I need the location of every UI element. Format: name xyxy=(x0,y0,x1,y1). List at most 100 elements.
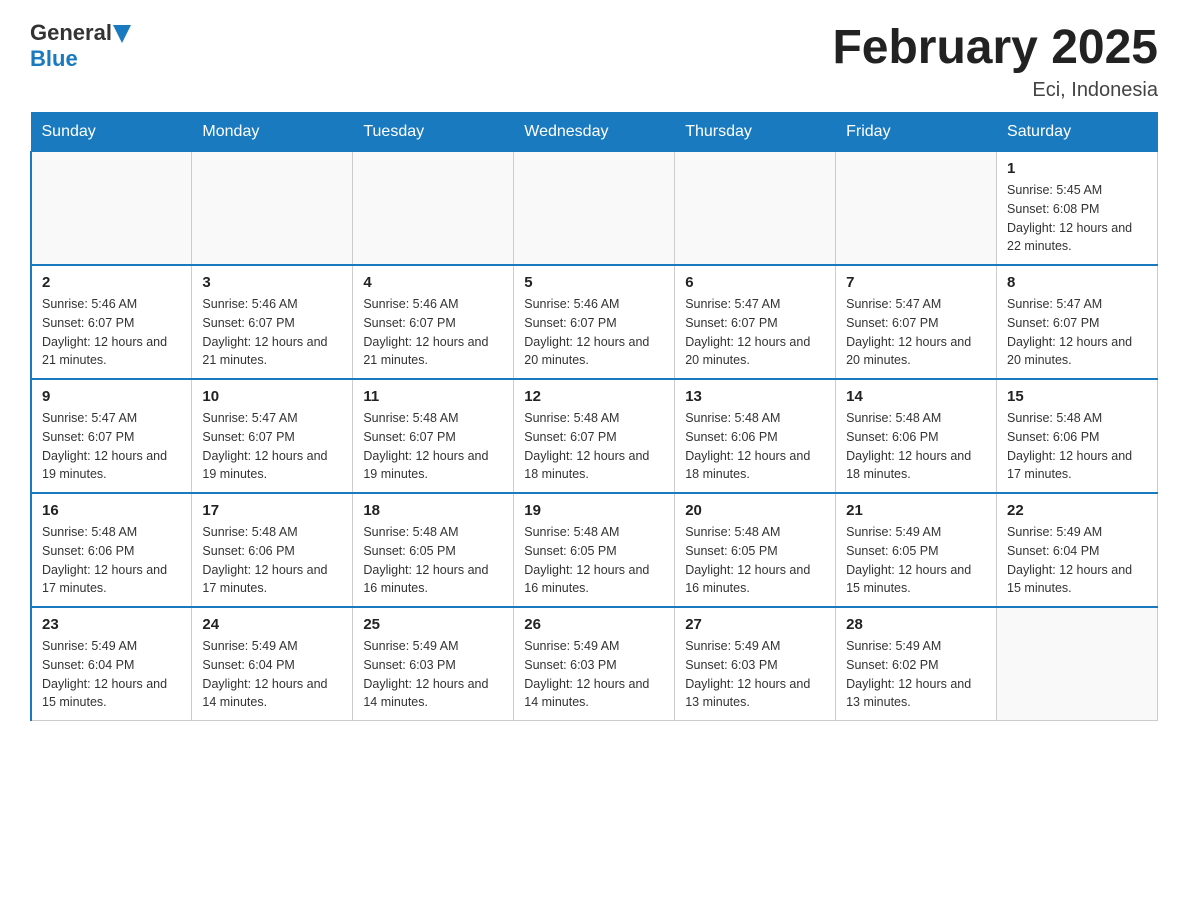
day-number: 11 xyxy=(363,388,503,405)
calendar-cell: 27 Sunrise: 5:49 AM Sunset: 6:03 PM Dayli… xyxy=(675,607,836,721)
day-info: Sunrise: 5:49 AM Sunset: 6:04 PM Dayligh… xyxy=(42,637,181,712)
day-info: Sunrise: 5:48 AM Sunset: 6:06 PM Dayligh… xyxy=(1007,409,1147,484)
day-number: 15 xyxy=(1007,388,1147,405)
day-info: Sunrise: 5:46 AM Sunset: 6:07 PM Dayligh… xyxy=(202,295,342,370)
header-day-wednesday: Wednesday xyxy=(514,113,675,152)
title-block: February 2025 Eci, Indonesia xyxy=(832,20,1158,102)
day-number: 10 xyxy=(202,388,342,405)
day-info: Sunrise: 5:48 AM Sunset: 6:06 PM Dayligh… xyxy=(685,409,825,484)
calendar-table: SundayMondayTuesdayWednesdayThursdayFrid… xyxy=(30,112,1158,721)
calendar-cell xyxy=(514,152,675,266)
day-number: 18 xyxy=(363,502,503,519)
day-number: 21 xyxy=(846,502,986,519)
week-row-4: 16 Sunrise: 5:48 AM Sunset: 6:06 PM Dayli… xyxy=(31,493,1158,607)
calendar-cell: 24Sunrise: 5:49 AM Sunset: 6:04 PM Dayli… xyxy=(192,607,353,721)
day-number: 2 xyxy=(42,274,181,291)
calendar-cell xyxy=(836,152,997,266)
day-info: Sunrise: 5:49 AM Sunset: 6:04 PM Dayligh… xyxy=(1007,523,1147,598)
calendar-cell: 4 Sunrise: 5:46 AM Sunset: 6:07 PM Daylig… xyxy=(353,265,514,379)
calendar-cell: 1Sunrise: 5:45 AM Sunset: 6:08 PM Daylig… xyxy=(997,152,1158,266)
day-info: Sunrise: 5:46 AM Sunset: 6:07 PM Dayligh… xyxy=(42,295,181,370)
day-number: 26 xyxy=(524,616,664,633)
week-row-2: 2 Sunrise: 5:46 AM Sunset: 6:07 PM Daylig… xyxy=(31,265,1158,379)
day-info: Sunrise: 5:48 AM Sunset: 6:06 PM Dayligh… xyxy=(846,409,986,484)
header-day-friday: Friday xyxy=(836,113,997,152)
day-number: 8 xyxy=(1007,274,1147,291)
day-number: 12 xyxy=(524,388,664,405)
calendar-cell xyxy=(31,152,192,266)
day-number: 6 xyxy=(685,274,825,291)
day-info: Sunrise: 5:45 AM Sunset: 6:08 PM Dayligh… xyxy=(1007,181,1147,256)
day-info: Sunrise: 5:46 AM Sunset: 6:07 PM Dayligh… xyxy=(363,295,503,370)
calendar-cell: 16 Sunrise: 5:48 AM Sunset: 6:06 PM Dayli… xyxy=(31,493,192,607)
logo-triangle-icon xyxy=(113,25,131,43)
day-number: 16 xyxy=(42,502,181,519)
calendar-subtitle: Eci, Indonesia xyxy=(832,79,1158,102)
day-info: Sunrise: 5:49 AM Sunset: 6:03 PM Dayligh… xyxy=(685,637,825,712)
day-info: Sunrise: 5:47 AM Sunset: 6:07 PM Dayligh… xyxy=(42,409,181,484)
day-info: Sunrise: 5:46 AM Sunset: 6:07 PM Dayligh… xyxy=(524,295,664,370)
day-info: Sunrise: 5:47 AM Sunset: 6:07 PM Dayligh… xyxy=(202,409,342,484)
calendar-cell: 17Sunrise: 5:48 AM Sunset: 6:06 PM Dayli… xyxy=(192,493,353,607)
calendar-title: February 2025 xyxy=(832,20,1158,75)
day-number: 13 xyxy=(685,388,825,405)
header-day-saturday: Saturday xyxy=(997,113,1158,152)
calendar-cell: 21 Sunrise: 5:49 AM Sunset: 6:05 PM Dayli… xyxy=(836,493,997,607)
day-number: 27 xyxy=(685,616,825,633)
day-number: 4 xyxy=(363,274,503,291)
logo-general-text: General xyxy=(30,20,112,46)
day-number: 22 xyxy=(1007,502,1147,519)
day-info: Sunrise: 5:49 AM Sunset: 6:05 PM Dayligh… xyxy=(846,523,986,598)
calendar-cell: 23 Sunrise: 5:49 AM Sunset: 6:04 PM Dayli… xyxy=(31,607,192,721)
day-number: 28 xyxy=(846,616,986,633)
header-day-sunday: Sunday xyxy=(31,113,192,152)
header-row: SundayMondayTuesdayWednesdayThursdayFrid… xyxy=(31,113,1158,152)
calendar-cell: 26Sunrise: 5:49 AM Sunset: 6:03 PM Dayli… xyxy=(514,607,675,721)
day-info: Sunrise: 5:49 AM Sunset: 6:03 PM Dayligh… xyxy=(363,637,503,712)
calendar-body: 1Sunrise: 5:45 AM Sunset: 6:08 PM Daylig… xyxy=(31,152,1158,721)
calendar-cell: 18Sunrise: 5:48 AM Sunset: 6:05 PM Dayli… xyxy=(353,493,514,607)
calendar-cell: 13 Sunrise: 5:48 AM Sunset: 6:06 PM Dayli… xyxy=(675,379,836,493)
header-day-thursday: Thursday xyxy=(675,113,836,152)
header-day-tuesday: Tuesday xyxy=(353,113,514,152)
day-number: 25 xyxy=(363,616,503,633)
day-info: Sunrise: 5:48 AM Sunset: 6:07 PM Dayligh… xyxy=(524,409,664,484)
day-number: 14 xyxy=(846,388,986,405)
week-row-3: 9 Sunrise: 5:47 AM Sunset: 6:07 PM Daylig… xyxy=(31,379,1158,493)
calendar-cell: 11 Sunrise: 5:48 AM Sunset: 6:07 PM Dayli… xyxy=(353,379,514,493)
day-number: 24 xyxy=(202,616,342,633)
day-number: 7 xyxy=(846,274,986,291)
week-row-5: 23 Sunrise: 5:49 AM Sunset: 6:04 PM Dayli… xyxy=(31,607,1158,721)
calendar-cell: 3 Sunrise: 5:46 AM Sunset: 6:07 PM Daylig… xyxy=(192,265,353,379)
calendar-header: SundayMondayTuesdayWednesdayThursdayFrid… xyxy=(31,113,1158,152)
day-number: 19 xyxy=(524,502,664,519)
header-day-monday: Monday xyxy=(192,113,353,152)
calendar-cell: 14 Sunrise: 5:48 AM Sunset: 6:06 PM Dayli… xyxy=(836,379,997,493)
calendar-cell xyxy=(192,152,353,266)
day-number: 17 xyxy=(202,502,342,519)
day-info: Sunrise: 5:47 AM Sunset: 6:07 PM Dayligh… xyxy=(685,295,825,370)
day-info: Sunrise: 5:47 AM Sunset: 6:07 PM Dayligh… xyxy=(1007,295,1147,370)
calendar-cell: 20 Sunrise: 5:48 AM Sunset: 6:05 PM Dayli… xyxy=(675,493,836,607)
day-info: Sunrise: 5:48 AM Sunset: 6:05 PM Dayligh… xyxy=(685,523,825,598)
day-info: Sunrise: 5:48 AM Sunset: 6:07 PM Dayligh… xyxy=(363,409,503,484)
day-info: Sunrise: 5:48 AM Sunset: 6:05 PM Dayligh… xyxy=(524,523,664,598)
calendar-cell: 7 Sunrise: 5:47 AM Sunset: 6:07 PM Daylig… xyxy=(836,265,997,379)
week-row-1: 1Sunrise: 5:45 AM Sunset: 6:08 PM Daylig… xyxy=(31,152,1158,266)
page-header: General Blue February 2025 Eci, Indonesi… xyxy=(30,20,1158,102)
calendar-cell: 8 Sunrise: 5:47 AM Sunset: 6:07 PM Daylig… xyxy=(997,265,1158,379)
day-number: 3 xyxy=(202,274,342,291)
calendar-cell: 2 Sunrise: 5:46 AM Sunset: 6:07 PM Daylig… xyxy=(31,265,192,379)
day-number: 20 xyxy=(685,502,825,519)
day-info: Sunrise: 5:47 AM Sunset: 6:07 PM Dayligh… xyxy=(846,295,986,370)
calendar-cell: 22 Sunrise: 5:49 AM Sunset: 6:04 PM Dayli… xyxy=(997,493,1158,607)
calendar-cell: 5Sunrise: 5:46 AM Sunset: 6:07 PM Daylig… xyxy=(514,265,675,379)
calendar-cell xyxy=(675,152,836,266)
calendar-cell: 15 Sunrise: 5:48 AM Sunset: 6:06 PM Dayli… xyxy=(997,379,1158,493)
calendar-cell xyxy=(997,607,1158,721)
day-info: Sunrise: 5:48 AM Sunset: 6:06 PM Dayligh… xyxy=(42,523,181,598)
calendar-cell: 25 Sunrise: 5:49 AM Sunset: 6:03 PM Dayli… xyxy=(353,607,514,721)
day-number: 9 xyxy=(42,388,181,405)
day-number: 23 xyxy=(42,616,181,633)
calendar-cell: 6 Sunrise: 5:47 AM Sunset: 6:07 PM Daylig… xyxy=(675,265,836,379)
